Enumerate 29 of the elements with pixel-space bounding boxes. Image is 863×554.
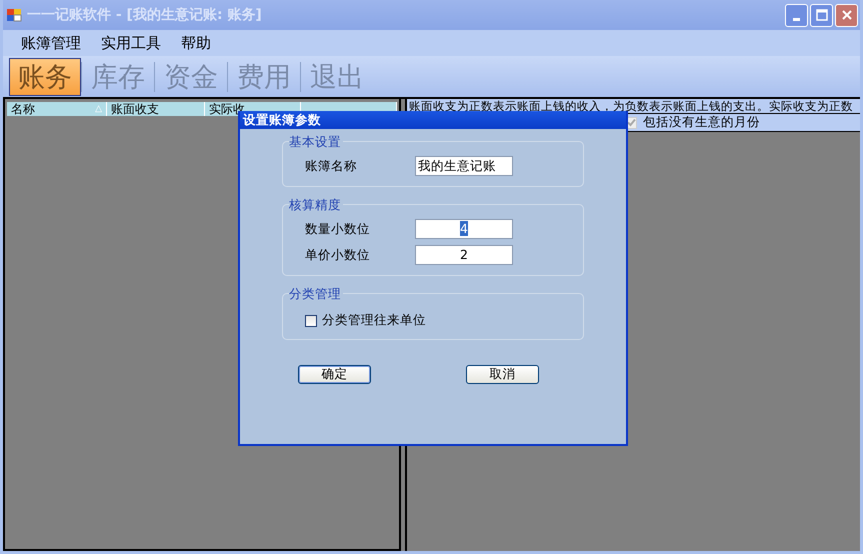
ok-button[interactable]: 确定 <box>298 365 371 384</box>
sort-icon: △ <box>95 102 106 116</box>
menu-item[interactable]: 帮助 <box>171 34 221 52</box>
input-field[interactable]: 4 <box>415 219 513 239</box>
minimize-icon <box>793 18 800 20</box>
field-label: 账簿名称 <box>305 158 358 174</box>
minimize-button[interactable] <box>785 4 808 26</box>
app-icon <box>6 7 22 23</box>
dialog-title: 设置账簿参数 <box>240 111 626 129</box>
group-title: 分类管理 <box>289 286 343 303</box>
close-icon <box>840 9 852 21</box>
cancel-button[interactable]: 取消 <box>466 365 539 384</box>
window-title: 一一记账软件 - [我的生意记账: 账务] <box>27 6 263 24</box>
input-field[interactable]: 2 <box>415 245 513 265</box>
maximize-button[interactable] <box>810 4 833 26</box>
maximize-icon <box>816 9 828 21</box>
column-header[interactable]: 名称 △ <box>7 102 107 116</box>
group-title: 核算精度 <box>289 197 343 214</box>
close-button[interactable] <box>835 4 858 26</box>
menu-item[interactable]: 实用工具 <box>91 34 171 52</box>
field-label: 数量小数位 <box>305 220 371 238</box>
toolbar-tab[interactable]: 账务 <box>9 58 81 96</box>
field-label: 单价小数位 <box>305 246 371 264</box>
checkbox-label: 包括没有生意的月份 <box>643 114 760 131</box>
checkbox-label: 分类管理往来单位 <box>322 312 426 329</box>
checkbox[interactable] <box>305 314 317 326</box>
column-header[interactable]: 账面收支 <box>107 102 205 116</box>
menu-item[interactable]: 账簿管理 <box>11 34 91 52</box>
input-field[interactable]: 我的生意记账 <box>415 156 513 176</box>
